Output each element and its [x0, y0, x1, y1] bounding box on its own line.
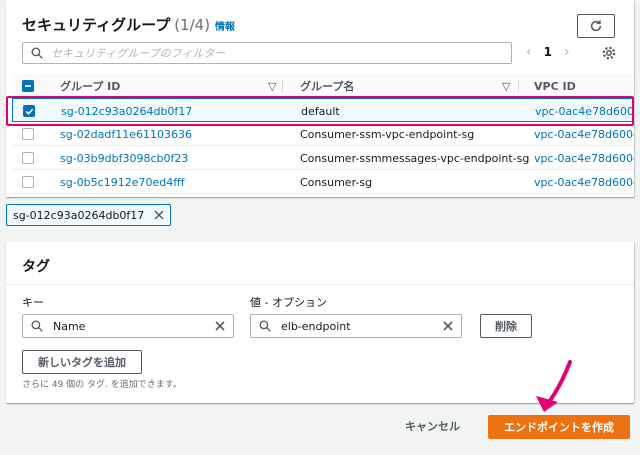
column-divider — [282, 80, 283, 92]
vpc-id-link[interactable]: vpc-0ac4e78d600cfe — [535, 99, 634, 123]
tag-key-value: Name — [53, 319, 86, 333]
tag-value-input[interactable]: elb-endpoint — [250, 314, 462, 338]
vpc-id-link[interactable]: vpc-0ac4e78d600cfe — [534, 122, 634, 146]
row-checkbox[interactable] — [22, 152, 34, 164]
tags-title: タグ — [22, 259, 50, 275]
security-groups-table: グループ ID ▽ グループ名 ▽ VPC ID sg-012c93a0264d… — [12, 74, 634, 194]
gear-icon — [602, 46, 616, 60]
key-label: キー — [22, 296, 44, 309]
minus-icon — [25, 85, 31, 87]
info-link[interactable]: 情報 — [215, 18, 235, 33]
close-icon[interactable] — [154, 210, 164, 220]
tag-value-value: elb-endpoint — [281, 319, 351, 333]
table-row[interactable]: sg-02dadf11e61103636 Consumer-ssm-vpc-en… — [12, 122, 634, 146]
chevron-right-icon[interactable]: › — [564, 44, 570, 60]
search-icon — [31, 47, 43, 59]
search-icon — [259, 320, 271, 332]
group-id-link[interactable]: sg-0b5c1912e70ed4fff — [60, 170, 185, 194]
table-row[interactable]: sg-03b9dbf3098cb0f23 Consumer-ssmmessage… — [12, 146, 634, 170]
security-groups-panel: セキュリティグループ(1/4) 情報 ‹ 1 › グループ ID ▽ グループ名… — [6, 0, 634, 197]
pagination: ‹ 1 › — [526, 44, 570, 60]
remove-tag-button[interactable]: 削除 — [480, 314, 532, 338]
token-label: sg-012c93a0264db0f17 — [13, 208, 145, 222]
row-checkbox[interactable] — [22, 128, 34, 140]
select-all-checkbox[interactable] — [22, 80, 34, 92]
group-name: Consumer-ssm-vpc-endpoint-sg — [300, 127, 475, 141]
group-id-link[interactable]: sg-012c93a0264db0f17 — [61, 99, 192, 123]
create-endpoint-button[interactable]: エンドポイントを作成 — [488, 415, 630, 439]
clear-icon[interactable] — [215, 321, 225, 331]
selected-group-token: sg-012c93a0264db0f17 — [6, 204, 172, 226]
panel-title-text: セキュリティグループ — [22, 16, 171, 34]
column-header-group-name: グループ名 — [300, 80, 355, 93]
refresh-icon — [590, 20, 602, 32]
value-label: 値 - オプション — [250, 296, 327, 309]
group-name: default — [301, 104, 340, 118]
column-divider — [518, 80, 519, 92]
group-name: Consumer-ssmmessages-vpc-endpoint-sg — [300, 151, 530, 165]
filter-box[interactable] — [22, 42, 512, 64]
row-checkbox[interactable] — [23, 105, 35, 117]
panel-title: セキュリティグループ (1/4) — [22, 14, 210, 35]
table-header: グループ ID ▽ グループ名 ▽ VPC ID — [12, 74, 634, 98]
group-name: Consumer-sg — [300, 175, 373, 189]
chevron-left-icon[interactable]: ‹ — [526, 44, 532, 60]
cancel-button[interactable]: キャンセル — [405, 418, 460, 434]
check-icon — [25, 108, 33, 115]
annotation-arrow-icon — [536, 360, 572, 412]
group-id-link[interactable]: sg-03b9dbf3098cb0f23 — [60, 146, 188, 170]
column-header-group-id: グループ ID — [60, 80, 121, 93]
tag-key-input[interactable]: Name — [22, 314, 234, 338]
group-id-link[interactable]: sg-02dadf11e61103636 — [60, 122, 192, 146]
row-checkbox[interactable] — [22, 176, 34, 188]
divider — [6, 284, 634, 285]
table-row[interactable]: sg-0b5c1912e70ed4fff Consumer-sg vpc-0ac… — [12, 170, 634, 194]
selection-count: (1/4) — [174, 16, 211, 34]
sort-icon[interactable]: ▽ — [268, 74, 276, 98]
table-row[interactable]: sg-012c93a0264db0f17 default vpc-0ac4e78… — [12, 98, 634, 122]
column-header-vpc-id: VPC ID — [534, 79, 576, 93]
clear-icon[interactable] — [443, 321, 453, 331]
page-number[interactable]: 1 — [544, 45, 552, 59]
settings-button[interactable] — [601, 45, 617, 65]
search-icon — [31, 320, 43, 332]
filter-input[interactable] — [51, 46, 491, 60]
tag-limit-hint: さらに 49 個の タグ. を追加できます。 — [22, 380, 182, 390]
vpc-id-link[interactable]: vpc-0ac4e78d600cfe — [534, 146, 634, 170]
vpc-id-link[interactable]: vpc-0ac4e78d600cfe — [534, 170, 634, 194]
sort-icon[interactable]: ▽ — [502, 74, 510, 98]
refresh-button[interactable] — [577, 14, 615, 38]
add-tag-button[interactable]: 新しいタグを追加 — [22, 350, 142, 374]
